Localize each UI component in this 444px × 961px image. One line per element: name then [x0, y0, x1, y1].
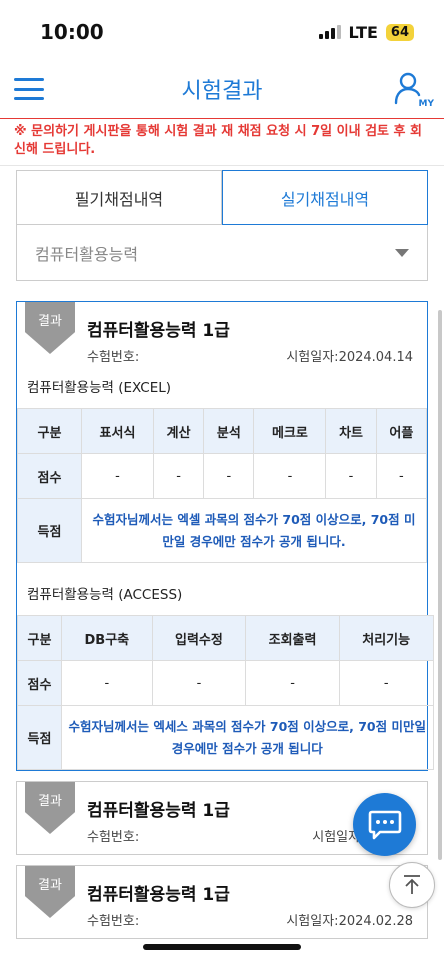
score-note: 수험자님께서는 엑셀 과목의 점수가 70점 이상으로, 70점 미만일 경우에…: [81, 498, 427, 563]
excel-section-label: 컴퓨터활용능력 (EXCEL): [27, 380, 172, 396]
app-header: 시험결과 MY: [0, 64, 444, 114]
table-header-cell: 표서식: [81, 408, 154, 454]
result-badge: 결과: [25, 302, 75, 354]
result-label: 득점: [17, 705, 62, 770]
table-header-cell: 구분: [17, 408, 82, 454]
score-cell: -: [203, 453, 255, 499]
exam-number-label: 수험번호:: [87, 914, 140, 929]
table-row: 구분 표서식 계산 분석 메크로 차트 어플: [17, 408, 428, 454]
exam-date: 시험일자:2024.04.14: [286, 350, 413, 365]
score-cell: -: [151, 660, 247, 706]
score-cell: -: [325, 453, 377, 499]
table-header-cell: 구분: [17, 615, 62, 661]
table-header-cell: 조회출력: [245, 615, 340, 661]
exam-select-value: 컴퓨터활용능력: [35, 244, 139, 264]
score-cell: -: [245, 660, 340, 706]
notice-text: ※ 문의하기 게시판을 통해 시험 결과 재 채점 요청 시 7일 이내 검토 …: [0, 118, 444, 166]
status-bar: 10:00 LTE 64: [0, 0, 444, 64]
result-card[interactable]: 결과 컴퓨터활용능력 1급 수험번호: 시험일자:2024.02.28: [16, 865, 428, 939]
status-indicators: LTE 64: [318, 22, 414, 42]
score-cell: -: [338, 660, 434, 706]
tab-practical[interactable]: 실기채점내역: [222, 170, 428, 225]
access-section-label: 컴퓨터활용능력 (ACCESS): [27, 587, 183, 603]
table-header-cell: 차트: [325, 408, 377, 454]
my-page-button[interactable]: MY: [394, 71, 434, 109]
score-label: 점수: [17, 453, 82, 499]
arrow-up-icon: [404, 875, 420, 894]
card-meta: 수험번호: 시험일자:2024.04.14: [87, 346, 413, 365]
chevron-down-icon: [395, 248, 409, 257]
chat-button[interactable]: [353, 793, 416, 856]
score-note: 수험자님께서는 엑세스 과목의 점수가 70점 이상으로, 70점 미만일 경우…: [61, 705, 434, 770]
score-label: 점수: [17, 660, 62, 706]
exam-number-label: 수험번호:: [87, 830, 140, 845]
table-row: 점수 - - - - - -: [17, 453, 428, 499]
card-title: 컴퓨터활용능력 1급: [87, 321, 230, 341]
result-label: 득점: [17, 498, 82, 563]
exam-select[interactable]: 컴퓨터활용능력: [16, 225, 428, 281]
table-row: 득점 수험자님께서는 엑세스 과목의 점수가 70점 이상으로, 70점 미만일…: [17, 705, 444, 770]
exam-number-label: 수험번호:: [87, 350, 140, 365]
access-score-table: 구분 DB구축 입력수정 조회출력 처리기능 점수 - - - - - 득점 수…: [17, 615, 444, 770]
result-card[interactable]: 결과 컴퓨터활용능력 1급 수험번호: 시험일자:2024.04.14 컴퓨터활…: [16, 301, 442, 771]
card-title: 컴퓨터활용능력 1급: [87, 801, 230, 821]
table-header-cell: 처리기능: [338, 615, 434, 661]
result-badge: 결과: [25, 866, 75, 918]
score-cell: -: [253, 453, 327, 499]
home-indicator: [143, 944, 301, 950]
tab-written[interactable]: 필기채점내역: [16, 170, 222, 225]
battery-icon: 64: [385, 23, 414, 41]
card-header: 결과 컴퓨터활용능력 1급 수험번호: 시험일자:2024.04.14: [17, 302, 427, 374]
scroll-to-top-button[interactable]: [389, 862, 435, 908]
score-cell: -: [81, 453, 154, 499]
chat-icon: [368, 810, 401, 839]
card-meta: 수험번호: 시험일자:2024.02.28: [87, 910, 413, 929]
signal-icon: [318, 25, 341, 39]
table-row: 득점 수험자님께서는 엑셀 과목의 점수가 70점 이상으로, 70점 미만일 …: [17, 498, 427, 563]
page-title: 시험결과: [181, 79, 263, 104]
card-title: 컴퓨터활용능력 1급: [87, 885, 230, 905]
card-header: 결과 컴퓨터활용능력 1급 수험번호: 시험일자:2024.02.28: [17, 866, 427, 938]
table-header-cell: DB구축: [61, 615, 153, 661]
table-row: 구분 DB구축 입력수정 조회출력 처리기능: [17, 615, 444, 661]
score-cell: -: [61, 660, 153, 706]
table-header-cell: 어플: [375, 408, 428, 454]
network-label: LTE: [348, 22, 378, 42]
status-time: 10:00: [40, 20, 104, 44]
score-cell: -: [375, 453, 428, 499]
table-header-cell: 계산: [152, 408, 205, 454]
scrollbar[interactable]: [438, 310, 442, 860]
table-row: 점수 - - - - -: [17, 660, 444, 706]
my-label: MY: [418, 99, 434, 109]
table-header-cell: 입력수정: [151, 615, 247, 661]
result-badge: 결과: [25, 782, 75, 834]
exam-date: 시험일자:2024.02.28: [286, 914, 413, 929]
score-cell: -: [152, 453, 205, 499]
table-header-cell: 메크로: [253, 408, 327, 454]
result-tabs: 필기채점내역 실기채점내역: [16, 170, 428, 225]
excel-score-table: 구분 표서식 계산 분석 메크로 차트 어플 점수 - - - - - - 득점…: [17, 408, 428, 563]
table-header-cell: 분석: [203, 408, 255, 454]
menu-icon[interactable]: [14, 78, 44, 100]
